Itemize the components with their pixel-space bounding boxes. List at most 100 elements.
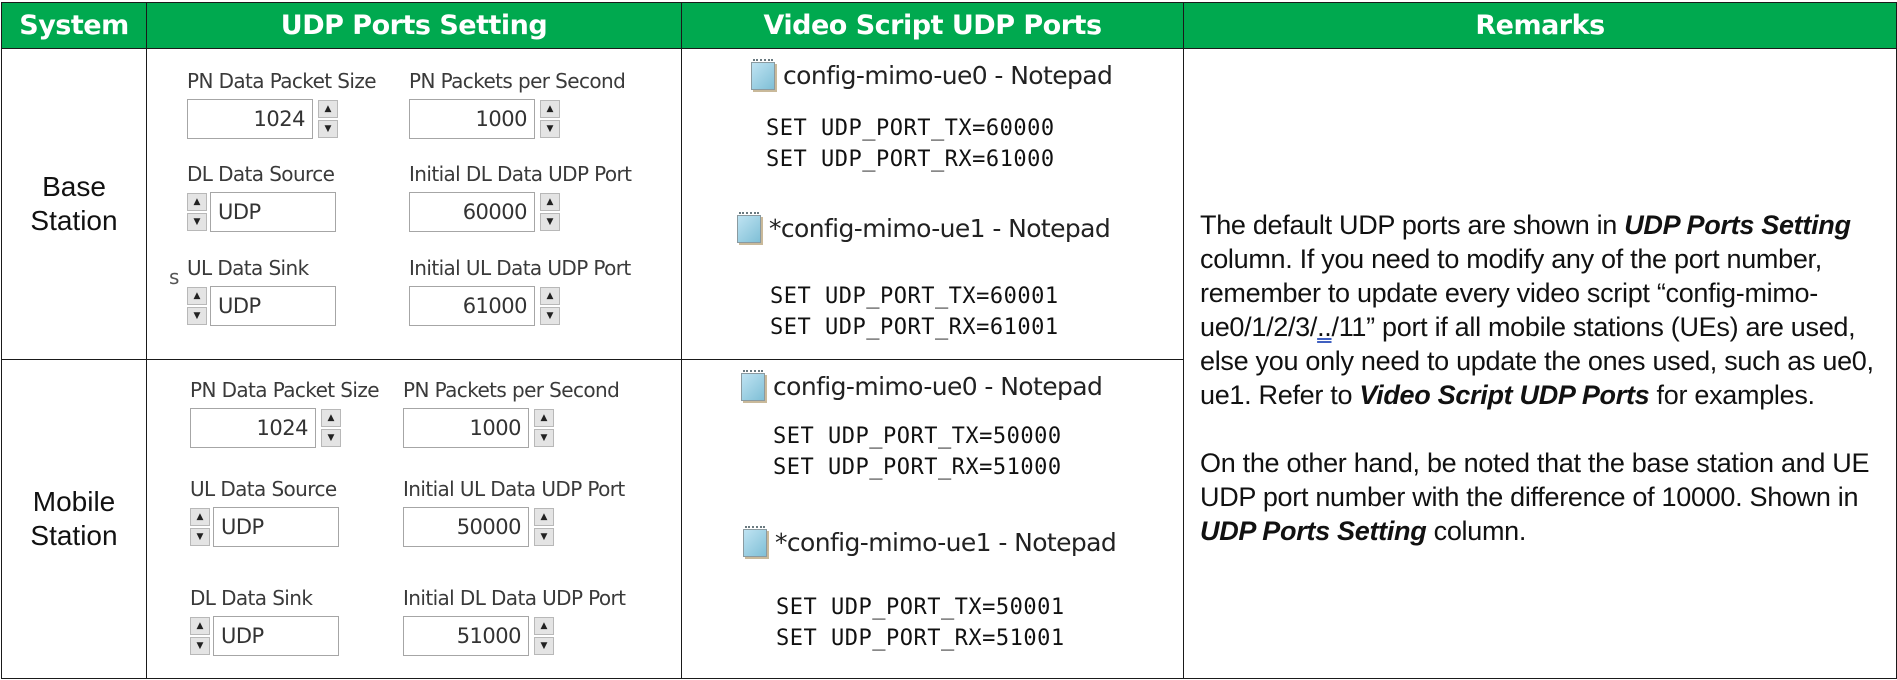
spinner: ▲ ▼ bbox=[318, 100, 338, 138]
spin-up-icon[interactable]: ▲ bbox=[534, 508, 554, 526]
spin-up-icon[interactable]: ▲ bbox=[190, 508, 210, 526]
ul-data-sink-select[interactable]: UDP bbox=[210, 286, 336, 326]
pn-data-packet-size-input[interactable]: 1024 bbox=[190, 408, 316, 448]
initial-ul-data-udp-port-field: Initial UL Data UDP Port 61000 ▲ ▼ bbox=[409, 256, 631, 326]
spin-up-icon[interactable]: ▲ bbox=[321, 409, 341, 427]
spin-down-icon[interactable]: ▼ bbox=[540, 213, 560, 231]
initial-dl-data-udp-port-field: Initial DL Data UDP Port 51000 ▲ ▼ bbox=[403, 586, 626, 656]
spin-down-icon[interactable]: ▼ bbox=[187, 213, 207, 231]
dl-data-source-select[interactable]: UDP bbox=[210, 192, 336, 232]
spin-up-icon[interactable]: ▲ bbox=[534, 617, 554, 635]
udp-settings-cell: PN Data Packet Size 1024 ▲ ▼ PN Packets p… bbox=[146, 359, 682, 679]
emphasis: Video Script UDP Ports bbox=[1359, 379, 1650, 410]
spinner: ▲ ▼ bbox=[540, 100, 560, 138]
remarks-paragraph-1: The default UDP ports are shown in UDP P… bbox=[1200, 208, 1882, 412]
script-code: SET UDP_PORT_TX=50001 SET UDP_PORT_RX=510… bbox=[776, 592, 1065, 654]
udp-settings-cell: s PN Data Packet Size 1024 ▲ ▼ PN Packets… bbox=[146, 48, 682, 360]
initial-ul-data-udp-port-field: Initial UL Data UDP Port 50000 ▲ ▼ bbox=[403, 477, 625, 547]
field-label: DL Data Sink bbox=[190, 586, 313, 610]
spinner: ▲ ▼ bbox=[540, 193, 560, 231]
ul-data-source-select[interactable]: UDP bbox=[213, 507, 339, 547]
spin-down-icon[interactable]: ▼ bbox=[534, 637, 554, 655]
field-label: PN Packets per Second bbox=[403, 378, 620, 402]
system-label-line2: Station bbox=[30, 520, 118, 551]
notepad-title: config-mimo-ue0 - Notepad bbox=[738, 370, 1103, 402]
table-row-base-station: Base Station s PN Data Packet Size 1024 … bbox=[1, 48, 1897, 679]
spinner: ▲ ▼ bbox=[187, 193, 207, 231]
header-video-script-udp-ports: Video Script UDP Ports bbox=[681, 2, 1184, 49]
field-label: Initial UL Data UDP Port bbox=[403, 477, 625, 501]
spin-down-icon[interactable]: ▼ bbox=[534, 528, 554, 546]
notepad-title-text: config-mimo-ue0 - Notepad bbox=[773, 371, 1103, 401]
pn-packets-per-second-field: PN Packets per Second 1000 ▲ ▼ bbox=[403, 378, 620, 448]
script-line: SET UDP_PORT_RX=61000 bbox=[766, 147, 1055, 172]
remarks-cell: The default UDP ports are shown in UDP P… bbox=[1183, 48, 1897, 679]
spin-up-icon[interactable]: ▲ bbox=[187, 193, 207, 211]
notepad-icon bbox=[740, 526, 768, 558]
pn-packets-per-second-input[interactable]: 1000 bbox=[403, 408, 529, 448]
spinner: ▲ ▼ bbox=[190, 508, 210, 546]
text: The default UDP ports are shown in bbox=[1200, 209, 1625, 240]
notepad-icon bbox=[734, 212, 762, 244]
spin-up-icon[interactable]: ▲ bbox=[540, 100, 560, 118]
spin-up-icon[interactable]: ▲ bbox=[534, 409, 554, 427]
spin-down-icon[interactable]: ▼ bbox=[187, 307, 207, 325]
spin-down-icon[interactable]: ▼ bbox=[321, 429, 341, 447]
field-label: DL Data Source bbox=[187, 162, 335, 186]
text: column. bbox=[1426, 515, 1527, 546]
script-line: SET UDP_PORT_RX=61001 bbox=[770, 315, 1059, 340]
emphasis: UDP Ports Setting bbox=[1624, 209, 1851, 240]
initial-ul-data-udp-port-input[interactable]: 61000 bbox=[409, 286, 535, 326]
dl-data-sink-select[interactable]: UDP bbox=[213, 616, 339, 656]
pn-data-packet-size-input[interactable]: 1024 bbox=[187, 99, 313, 139]
dl-data-sink-field: DL Data Sink ▲ ▼ UDP bbox=[190, 586, 339, 656]
system-label-line1: Mobile bbox=[32, 486, 116, 517]
spin-down-icon[interactable]: ▼ bbox=[318, 120, 338, 138]
system-cell: Mobile Station bbox=[1, 359, 147, 679]
notepad-title-text: *config-mimo-ue1 - Notepad bbox=[775, 527, 1117, 557]
spin-down-icon[interactable]: ▼ bbox=[540, 307, 560, 325]
header-remarks: Remarks bbox=[1183, 2, 1897, 49]
field-label: PN Data Packet Size bbox=[187, 69, 377, 93]
spinner: ▲ ▼ bbox=[321, 409, 341, 447]
notepad-title: *config-mimo-ue1 - Notepad bbox=[740, 526, 1117, 558]
spin-down-icon[interactable]: ▼ bbox=[190, 528, 210, 546]
spin-up-icon[interactable]: ▲ bbox=[190, 617, 210, 635]
notepad-icon bbox=[738, 370, 766, 402]
system-label-line1: Base bbox=[42, 171, 106, 202]
script-line: SET UDP_PORT_TX=60001 bbox=[770, 284, 1059, 309]
pn-packets-per-second-input[interactable]: 1000 bbox=[409, 99, 535, 139]
spinner: ▲ ▼ bbox=[534, 409, 554, 447]
ul-data-sink-field: UL Data Sink ▲ ▼ UDP bbox=[187, 256, 336, 326]
spinner: ▲ ▼ bbox=[534, 617, 554, 655]
system-cell: Base Station bbox=[1, 48, 147, 360]
video-script-panel: config-mimo-ue0 - Notepad SET UDP_PORT_T… bbox=[682, 360, 1183, 678]
video-script-panel: config-mimo-ue0 - Notepad SET UDP_PORT_T… bbox=[682, 49, 1183, 359]
udp-settings-panel: s PN Data Packet Size 1024 ▲ ▼ PN Packets… bbox=[147, 49, 681, 359]
spin-down-icon[interactable]: ▼ bbox=[534, 429, 554, 447]
initial-ul-data-udp-port-input[interactable]: 50000 bbox=[403, 507, 529, 547]
spinner: ▲ ▼ bbox=[187, 287, 207, 325]
udp-ports-table: System UDP Ports Setting Video Script UD… bbox=[1, 2, 1897, 679]
text: On the other hand, be noted that the bas… bbox=[1200, 447, 1870, 512]
spin-down-icon[interactable]: ▼ bbox=[540, 120, 560, 138]
spin-up-icon[interactable]: ▲ bbox=[187, 287, 207, 305]
notepad-title: config-mimo-ue0 - Notepad bbox=[748, 59, 1113, 91]
notepad-title-text: config-mimo-ue0 - Notepad bbox=[783, 60, 1113, 90]
spin-up-icon[interactable]: ▲ bbox=[540, 193, 560, 211]
underlined-text: .. bbox=[1317, 311, 1332, 342]
spin-down-icon[interactable]: ▼ bbox=[190, 637, 210, 655]
video-script-cell: config-mimo-ue0 - Notepad SET UDP_PORT_T… bbox=[681, 48, 1184, 360]
notepad-title-text: *config-mimo-ue1 - Notepad bbox=[769, 213, 1111, 243]
initial-dl-data-udp-port-input[interactable]: 60000 bbox=[409, 192, 535, 232]
initial-dl-data-udp-port-input[interactable]: 51000 bbox=[403, 616, 529, 656]
spin-up-icon[interactable]: ▲ bbox=[318, 100, 338, 118]
script-line: SET UDP_PORT_RX=51000 bbox=[773, 455, 1062, 480]
header-row: System UDP Ports Setting Video Script UD… bbox=[1, 2, 1897, 49]
system-label-line2: Station bbox=[30, 205, 118, 236]
remarks-paragraph-2: On the other hand, be noted that the bas… bbox=[1200, 446, 1882, 548]
pn-data-packet-size-field: PN Data Packet Size 1024 ▲ ▼ bbox=[187, 69, 377, 139]
script-line: SET UDP_PORT_TX=50001 bbox=[776, 595, 1065, 620]
field-label: UL Data Sink bbox=[187, 256, 309, 280]
spin-up-icon[interactable]: ▲ bbox=[540, 287, 560, 305]
